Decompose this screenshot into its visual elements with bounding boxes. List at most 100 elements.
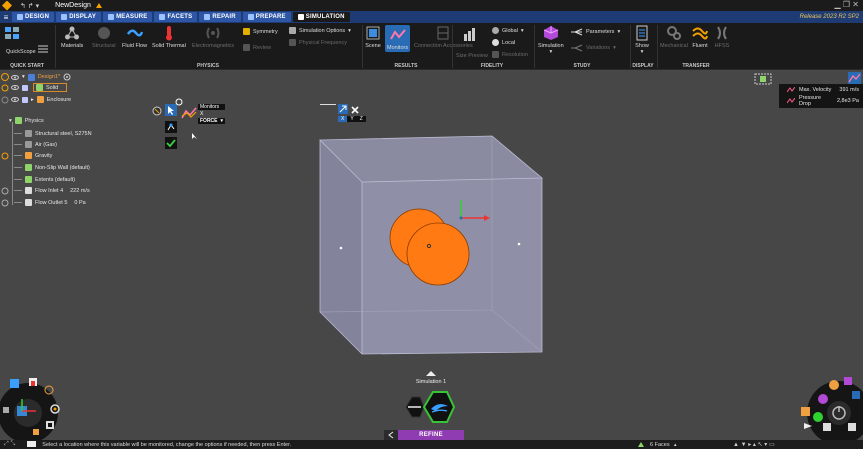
app-logo-icon[interactable]: [2, 0, 12, 11]
expand-up-icon[interactable]: [426, 371, 436, 377]
close-icon[interactable]: [351, 106, 359, 114]
review-button[interactable]: Review: [243, 44, 271, 51]
tree-item-physics[interactable]: ▾ Physics: [9, 117, 44, 124]
view-cube-icon[interactable]: [10, 379, 19, 388]
tree-item-gravity[interactable]: Gravity: [14, 152, 52, 159]
simulation-options-button[interactable]: Simulation Options ▾: [289, 27, 351, 34]
screenshot-icon[interactable]: [754, 73, 772, 85]
tree-item-material-air[interactable]: Air (Gas): [14, 141, 57, 148]
tab-display[interactable]: Display: [56, 12, 102, 22]
tree-item-extents[interactable]: Extents (default): [14, 176, 75, 183]
local-button[interactable]: Local: [492, 39, 515, 46]
tree-item-non-slip-wall[interactable]: Non-Slip Wall (default): [14, 164, 90, 171]
view-navigation-wheel[interactable]: [0, 371, 72, 443]
suppress-toggle-icon[interactable]: [1, 84, 9, 92]
legend-row-max-velocity[interactable]: Max. Velocity 391 m/s: [779, 84, 863, 95]
body-color-swatch[interactable]: [22, 96, 28, 103]
force-dropdown[interactable]: Force ▾: [198, 118, 226, 124]
status-nav-arrows-icon[interactable]: ⤢ ⤡: [4, 441, 15, 448]
monitor-tool-icon[interactable]: [852, 391, 860, 399]
global-button[interactable]: Global ▾: [492, 27, 524, 34]
mesh-tool-icon[interactable]: [801, 407, 810, 416]
visibility-eye-icon[interactable]: [11, 74, 19, 81]
tab-measure[interactable]: Measure: [103, 12, 153, 22]
refine-button[interactable]: Refine: [398, 430, 464, 440]
enclosure-icon: [36, 96, 44, 103]
probe-tool-icon[interactable]: [818, 394, 828, 404]
tool-wheel[interactable]: [793, 371, 863, 443]
window-controls[interactable]: ▁ ❐ ✕: [835, 0, 859, 9]
suppress-toggle-icon[interactable]: [1, 199, 9, 207]
probe-point-icon[interactable]: [165, 121, 177, 133]
selection-count[interactable]: 6 Faces: [650, 442, 670, 448]
axis-y-button[interactable]: Y: [347, 116, 357, 122]
parameters-button[interactable]: Parameters ▾: [571, 28, 620, 36]
model-viewport[interactable]: [310, 130, 550, 360]
suppress-toggle-icon[interactable]: [1, 152, 9, 160]
check-tool-icon[interactable]: [813, 412, 823, 422]
visibility-eye-icon[interactable]: [11, 96, 19, 103]
tree-item-enclosure[interactable]: ▸ Enclosure: [11, 96, 71, 103]
plane-tool-icon[interactable]: [844, 377, 852, 385]
tree-options-icon[interactable]: [0, 72, 10, 82]
tab-design[interactable]: Design: [12, 12, 55, 22]
status-tool-icons[interactable]: ▲ ▼ ▸ ▴ ↖ ▾ ▭: [733, 441, 775, 448]
suppress-toggle-icon[interactable]: [1, 96, 9, 104]
resolution-button[interactable]: Resolution: [492, 51, 528, 58]
scene-button[interactable]: Scene: [365, 25, 381, 49]
selection-filter-icon[interactable]: [637, 441, 645, 448]
tab-simulation[interactable]: Simulation: [292, 12, 350, 22]
fluent-button[interactable]: Fluent: [692, 25, 708, 49]
fidelity-slider-icon[interactable]: [462, 26, 478, 42]
tree-item-material-steel[interactable]: Structural steel, S275N: [14, 130, 92, 137]
tree-item-solid[interactable]: Solid: [33, 83, 68, 92]
pan-icon[interactable]: [3, 407, 9, 413]
axis-x-button[interactable]: X: [338, 116, 348, 122]
legend-row-pressure-drop[interactable]: Pressure Drop 2,8e3 Pa: [779, 95, 863, 107]
quick-access-toolbar[interactable]: ↰ ↱ ▾: [20, 2, 39, 10]
tool-guide-icon[interactable]: [152, 106, 162, 116]
fluid-flow-button[interactable]: Fluid Flow: [122, 25, 147, 49]
simulation-launcher[interactable]: [396, 389, 466, 431]
volume-tool-icon[interactable]: [848, 423, 856, 431]
suppress-toggle-icon[interactable]: [1, 187, 9, 195]
tree-item-flow-outlet[interactable]: Flow Outlet 5 0 Pa: [14, 199, 86, 206]
tree-item-design[interactable]: ▾ Design1*: [11, 73, 71, 81]
symmetry-button[interactable]: Symmetry: [243, 28, 278, 35]
gear-icon[interactable]: [63, 73, 71, 81]
sphere-tool-icon[interactable]: [829, 380, 839, 390]
home-icon[interactable]: [29, 378, 37, 386]
monitors-button[interactable]: Monitors: [385, 25, 411, 52]
mechanical-button[interactable]: Mechanical: [660, 25, 688, 49]
section-icon[interactable]: [33, 429, 39, 435]
axis-z-button[interactable]: Z: [356, 116, 366, 122]
hfss-button[interactable]: HFSS: [714, 25, 730, 49]
zoom-icon[interactable]: [46, 421, 54, 429]
slice-tool-icon[interactable]: [823, 423, 831, 431]
solid-sphere-front[interactable]: [406, 222, 470, 286]
variations-button[interactable]: Variations ▾: [571, 44, 616, 52]
solid-thermal-button[interactable]: Solid Thermal: [152, 25, 186, 49]
tab-repair[interactable]: Repair: [199, 12, 241, 22]
monitor-chart-toggle-icon[interactable]: [848, 72, 861, 84]
tab-facets[interactable]: Facets: [154, 12, 198, 22]
back-arrow-button[interactable]: [384, 430, 398, 440]
quickscope-label[interactable]: QuickScope: [6, 49, 36, 55]
electromagnetics-button[interactable]: Electromagnetics: [192, 25, 234, 49]
complete-check-icon[interactable]: [165, 137, 177, 149]
selection-count-dropdown-icon[interactable]: ▴: [674, 442, 677, 448]
tree-item-flow-inlet[interactable]: Flow Inlet 4 222 m/s: [14, 187, 90, 194]
visibility-eye-icon[interactable]: [11, 84, 19, 91]
materials-button[interactable]: Materials: [61, 25, 83, 49]
axis-direction-icon[interactable]: [338, 104, 348, 114]
hamburger-menu-icon[interactable]: ≡: [0, 13, 12, 22]
simulation-button[interactable]: Simulation ▾: [538, 25, 564, 55]
tab-prepare[interactable]: Prepare: [242, 12, 291, 22]
quickscope-list-icon[interactable]: [38, 45, 48, 53]
physical-frequency-button[interactable]: Physical Frequency: [289, 39, 347, 46]
body-color-swatch[interactable]: [22, 84, 28, 91]
quickscope-button[interactable]: [4, 25, 20, 43]
structural-button[interactable]: Structural: [92, 25, 116, 49]
show-button[interactable]: Show ▾: [634, 25, 650, 55]
share-icon[interactable]: [95, 2, 103, 9]
